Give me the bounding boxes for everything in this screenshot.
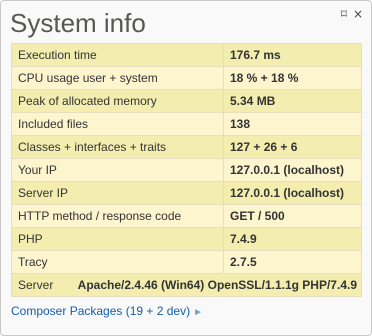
system-info-table: Execution time 176.7 ms CPU usage user +… <box>11 43 362 297</box>
row-label: CPU usage user + system <box>11 66 224 90</box>
row-label: HTTP method / response code <box>11 204 224 228</box>
row-label: Peak of allocated memory <box>11 89 224 113</box>
table-row: Included files 138 <box>11 112 362 136</box>
row-value: GET / 500 <box>223 204 362 228</box>
table-row: Execution time 176.7 ms <box>11 43 362 67</box>
row-label: Tracy <box>11 250 224 274</box>
table-row: HTTP method / response code GET / 500 <box>11 204 362 228</box>
row-label: Execution time <box>11 43 224 67</box>
server-row: Server Apache/2.4.46 (Win64) OpenSSL/1.1… <box>11 273 362 297</box>
server-value: Apache/2.4.46 (Win64) OpenSSL/1.1.1g PHP… <box>77 278 357 292</box>
table-row: CPU usage user + system 18 % + 18 % <box>11 66 362 90</box>
row-value: 127 + 26 + 6 <box>223 135 362 159</box>
row-label: Server IP <box>11 181 224 205</box>
row-value: 138 <box>223 112 362 136</box>
row-value: 176.7 ms <box>223 43 362 67</box>
table-row: Peak of allocated memory 5.34 MB <box>11 89 362 113</box>
row-value: 7.4.9 <box>223 227 362 251</box>
close-icon[interactable]: × <box>353 7 363 21</box>
row-label: PHP <box>11 227 224 251</box>
composer-packages-link[interactable]: Composer Packages (19 + 2 dev) ► <box>11 304 203 318</box>
table-row: PHP 7.4.9 <box>11 227 362 251</box>
row-value: 5.34 MB <box>223 89 362 113</box>
expand-arrow-icon: ► <box>193 307 203 318</box>
server-label: Server <box>18 278 54 292</box>
server-cell: Server Apache/2.4.46 (Win64) OpenSSL/1.1… <box>11 273 362 297</box>
composer-packages-label: Composer Packages (19 + 2 dev) <box>11 304 191 318</box>
row-label: Classes + interfaces + traits <box>11 135 224 159</box>
row-value: 127.0.0.1 (localhost) <box>223 181 362 205</box>
row-value: 18 % + 18 % <box>223 66 362 90</box>
table-row: Your IP 127.0.0.1 (localhost) <box>11 158 362 182</box>
row-value: 127.0.0.1 (localhost) <box>223 158 362 182</box>
table-row: Tracy 2.7.5 <box>11 250 362 274</box>
row-label: Your IP <box>11 158 224 182</box>
panel-title: System info <box>10 8 146 38</box>
table-row: Classes + interfaces + traits 127 + 26 +… <box>11 135 362 159</box>
system-info-panel: System info ⌑ × Execution time 176.7 ms … <box>0 0 372 336</box>
row-value: 2.7.5 <box>223 250 362 274</box>
row-label: Included files <box>11 112 224 136</box>
panel-controls: ⌑ × <box>341 7 363 21</box>
table-row: Server IP 127.0.0.1 (localhost) <box>11 181 362 205</box>
pin-icon[interactable]: ⌑ <box>341 7 347 21</box>
